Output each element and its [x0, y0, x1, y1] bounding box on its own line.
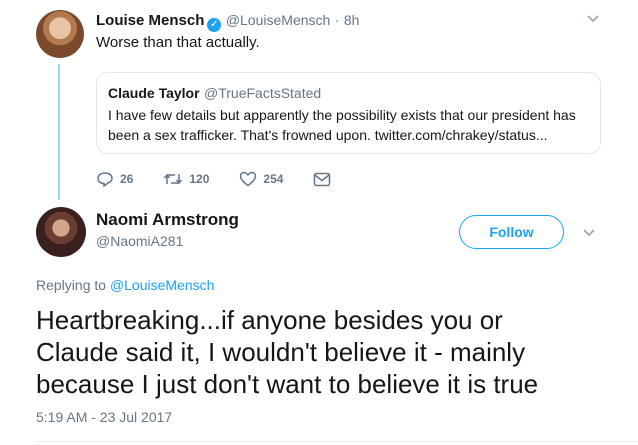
divider: [36, 441, 638, 442]
parent-author-name[interactable]: Louise Mensch: [96, 12, 204, 29]
quoted-text-line-2: been a sex trafficker. That's frowned up…: [108, 127, 548, 143]
parent-tweet-text: Worse than that actually.: [96, 34, 260, 51]
envelope-icon: [314, 172, 331, 186]
replying-to-line: Replying to @LouiseMensch: [36, 277, 214, 293]
tweet-timestamp[interactable]: 5:19 AM - 23 Jul 2017: [36, 409, 172, 425]
like-count: 254: [263, 172, 284, 186]
reply-icon: [97, 172, 113, 187]
reply-count: 26: [120, 172, 134, 186]
quoted-tweet-header: Claude Taylor @TrueFactsStated: [108, 85, 321, 103]
parent-tweet-actions: 26 120 254: [96, 169, 361, 189]
main-author-handle[interactable]: @NaomiA281: [96, 233, 183, 249]
quoted-author-handle: @TrueFactsStated: [204, 85, 322, 101]
main-text-line-1: Heartbreaking...if anyone besides you or: [36, 305, 503, 335]
reply-action[interactable]: 26: [96, 171, 133, 187]
main-tweet-text: Heartbreaking...if anyone besides you or…: [36, 304, 636, 400]
parent-chevron-down-icon[interactable]: [586, 14, 600, 24]
verified-badge-icon: ✓: [207, 18, 222, 32]
heart-icon: [240, 171, 257, 187]
quoted-tweet-text: I have few details but apparently the po…: [108, 105, 596, 145]
quoted-author-name: Claude Taylor: [108, 85, 200, 101]
main-author-avatar[interactable]: [36, 207, 86, 257]
main-text-line-3: because I just don't want to believe it …: [36, 369, 539, 399]
main-author-name[interactable]: Naomi Armstrong: [96, 210, 239, 230]
parent-tweet-header: Louise Mensch ✓ @LouiseMensch · 8h: [96, 12, 359, 32]
like-action[interactable]: 254: [239, 171, 283, 187]
retweet-count: 120: [189, 172, 210, 186]
parent-author-handle[interactable]: @LouiseMensch: [226, 12, 331, 28]
retweet-icon: [164, 173, 183, 185]
main-text-line-2: Claude said it, I wouldn't believe it - …: [36, 337, 526, 367]
follow-button[interactable]: Follow: [459, 215, 564, 249]
retweet-action[interactable]: 120: [163, 171, 209, 187]
replying-to-handle-link[interactable]: @LouiseMensch: [110, 277, 215, 293]
message-action[interactable]: [313, 172, 331, 187]
quoted-text-line-1: I have few details but apparently the po…: [108, 107, 576, 123]
thread-connector-line: [58, 64, 60, 200]
parent-tweet-time[interactable]: 8h: [344, 12, 360, 28]
replying-to-label: Replying to: [36, 277, 107, 293]
main-chevron-down-icon[interactable]: [582, 228, 596, 238]
header-separator: ·: [334, 12, 340, 28]
parent-avatar[interactable]: [36, 10, 84, 58]
